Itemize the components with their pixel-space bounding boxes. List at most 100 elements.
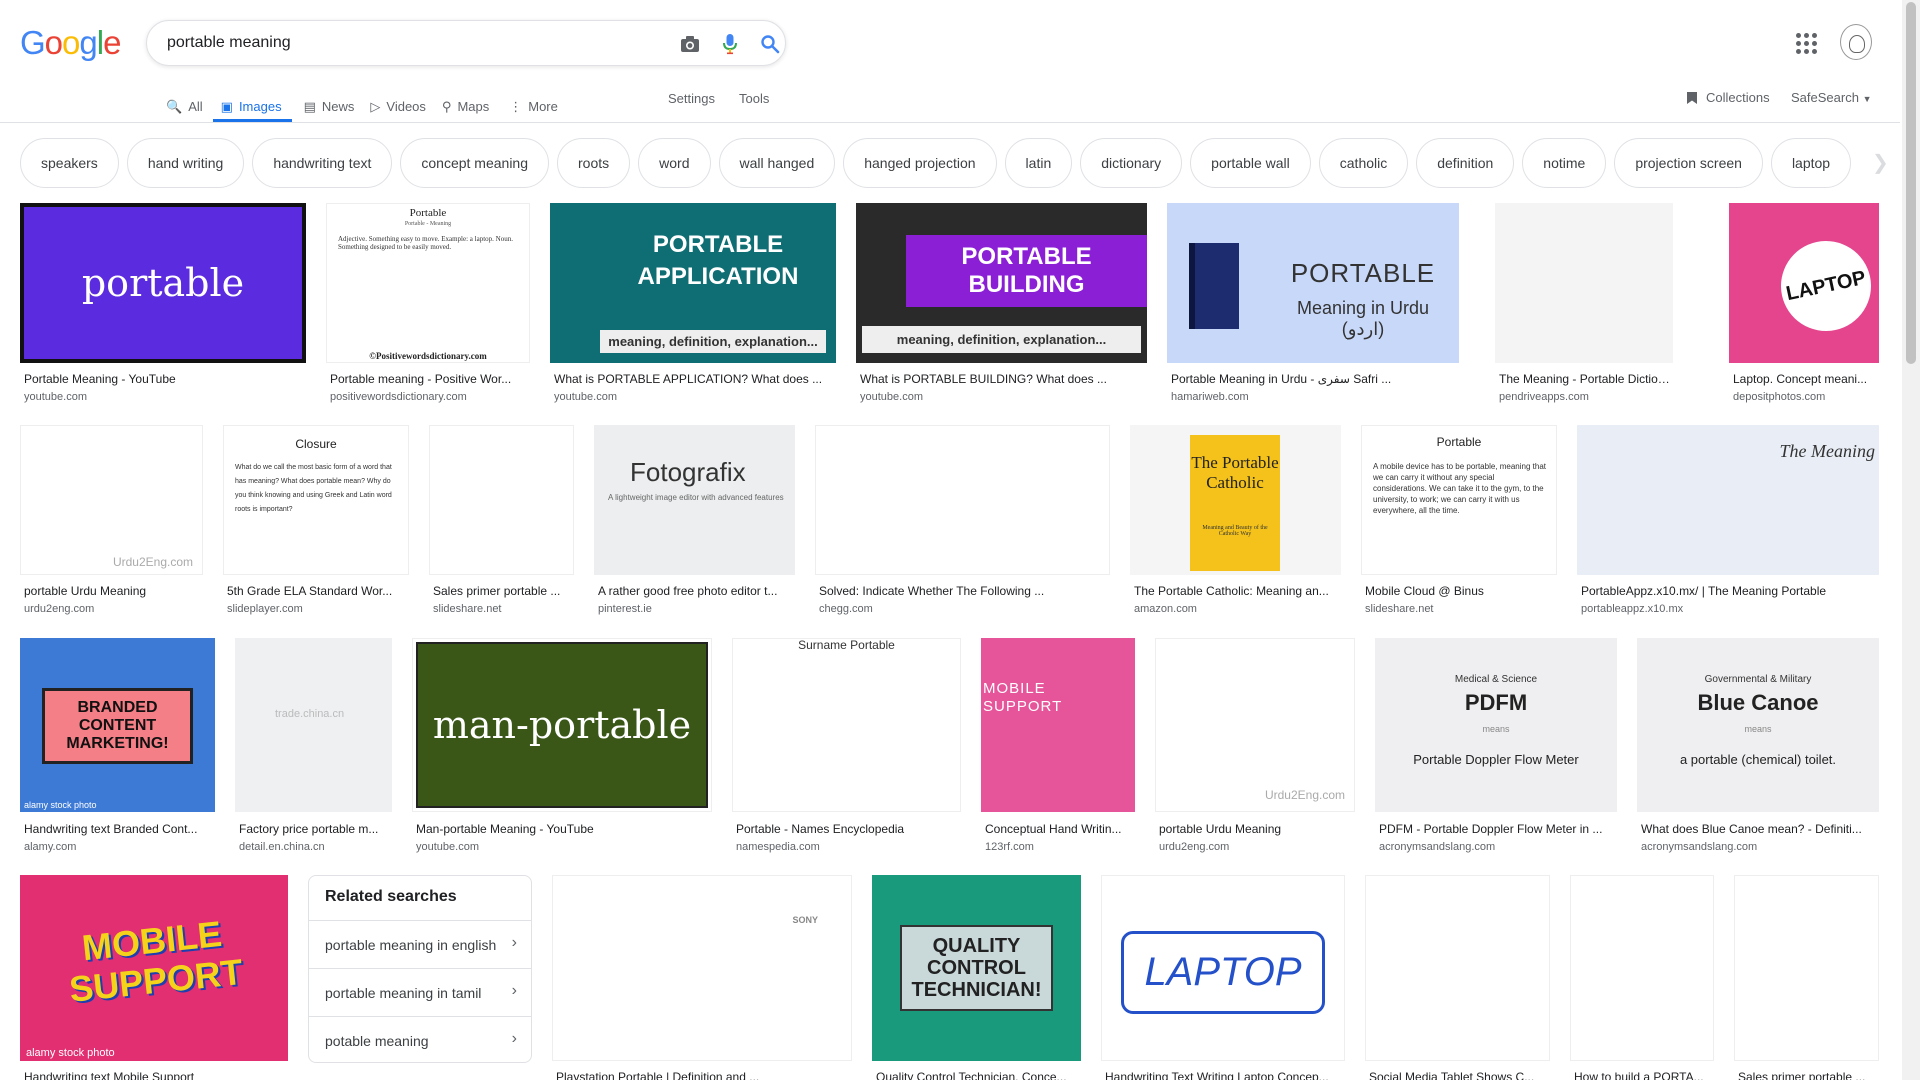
result-thumbnail[interactable]: Urdu2Eng.com [1155, 638, 1355, 812]
result-source[interactable]: alamy.com [24, 841, 215, 853]
image-result[interactable]: Closure What do we call the most basic fo… [223, 425, 409, 618]
result-source[interactable]: 123rf.com [985, 841, 1135, 853]
result-thumbnail[interactable]: MOBILE SUPPORT [981, 638, 1135, 812]
result-source[interactable]: youtube.com [416, 841, 712, 853]
result-source[interactable]: youtube.com [24, 391, 306, 403]
image-result[interactable]: Governmental & Military Blue Canoe means a … [1637, 638, 1879, 856]
result-source[interactable]: slideplayer.com [227, 603, 409, 615]
result-source[interactable]: detail.en.china.cn [239, 841, 392, 853]
result-source[interactable]: acronymsandslang.com [1641, 841, 1879, 853]
result-title[interactable]: 5th Grade ELA Standard Wor... [227, 584, 409, 598]
result-title[interactable]: What does Blue Canoe mean? - Definiti... [1641, 822, 1879, 836]
result-source[interactable]: youtube.com [860, 391, 1147, 403]
result-source[interactable]: youtube.com [554, 391, 836, 403]
image-result[interactable]: Sales primer portable ... slideshare.net [429, 425, 574, 618]
result-thumbnail[interactable]: Surname Portable [732, 638, 961, 812]
image-result[interactable]: Fotografix A lightweight image editor wit… [594, 425, 795, 618]
result-title[interactable]: Handwriting text Branded Cont... [24, 822, 215, 836]
result-source[interactable]: chegg.com [819, 603, 1110, 615]
result-source[interactable]: positivewordsdictionary.com [330, 391, 530, 403]
result-title[interactable]: Man-portable Meaning - YouTube [416, 822, 712, 836]
scrollbar[interactable] [1902, 0, 1920, 1080]
tab-maps[interactable]: ⚲ Maps [442, 88, 503, 122]
result-title[interactable]: Mobile Cloud @ Binus [1365, 584, 1557, 598]
result-thumbnail[interactable] [1570, 875, 1714, 1061]
chip-portable-wall[interactable]: portable wall [1190, 138, 1311, 188]
result-title[interactable]: Sales primer portable ... [1738, 1070, 1879, 1080]
tab-videos[interactable]: ▷ Videos [370, 88, 440, 122]
result-thumbnail[interactable]: MOBILE SUPPORT alamy stock photo [20, 875, 288, 1061]
image-result[interactable]: The Portable Catholic Meaning and Beauty … [1130, 425, 1341, 618]
image-result[interactable]: Surname Portable Portable - Names Encyclo… [732, 638, 961, 856]
tab-images[interactable]: ▣ Images [212, 88, 296, 122]
chip-projection-screen[interactable]: projection screen [1614, 138, 1763, 188]
result-title[interactable]: Factory price portable m... [239, 822, 392, 836]
result-thumbnail[interactable]: Closure What do we call the most basic fo… [223, 425, 409, 575]
result-source[interactable]: hamariweb.com [1171, 391, 1459, 403]
chip-latin[interactable]: latin [1004, 138, 1073, 188]
result-title[interactable]: The Portable Catholic: Meaning an... [1134, 584, 1341, 598]
chip-word[interactable]: word [638, 138, 711, 188]
result-title[interactable]: Playstation Portable | Definition and ..… [556, 1070, 852, 1080]
chip-concept-meaning[interactable]: concept meaning [400, 138, 550, 188]
chip-hand-writing[interactable]: hand writing [126, 138, 245, 188]
result-thumbnail[interactable]: man-portable [412, 638, 712, 812]
chip-definition[interactable]: definition [1416, 138, 1515, 188]
result-source[interactable]: pinterest.ie [598, 603, 795, 615]
image-result[interactable]: LAPTOP Handwriting Text Writing Laptop Co… [1101, 875, 1345, 1080]
tab-more[interactable]: ⋮ More [509, 88, 572, 122]
result-title[interactable]: Portable meaning - Positive Wor... [330, 372, 530, 386]
image-result[interactable]: SONY Playstation Portable | Definition an… [552, 875, 852, 1080]
google-apps-icon[interactable] [1794, 31, 1818, 55]
result-title[interactable]: PortableAppz.x10.mx/ | The Meaning Porta… [1581, 584, 1879, 598]
result-thumbnail[interactable]: PORTABLE APPLICATION meaning, definition,… [550, 203, 836, 363]
chip-notime[interactable]: notime [1522, 138, 1607, 188]
image-result[interactable]: MOBILE SUPPORT alamy stock photo Handwriti… [20, 875, 288, 1080]
result-title[interactable]: Handwriting Text Writing Laptop Concep..… [1105, 1070, 1345, 1080]
result-thumbnail[interactable]: The Meaning [1577, 425, 1879, 575]
image-result[interactable]: Solved: Indicate Whether The Following .… [815, 425, 1110, 618]
image-result[interactable]: MOBILE SUPPORT Conceptual Hand Writin... 1… [981, 638, 1135, 856]
search-icon[interactable] [757, 31, 783, 57]
search-input[interactable] [167, 32, 647, 54]
result-title[interactable]: PDFM - Portable Doppler Flow Meter in ..… [1379, 822, 1617, 836]
chevron-right-icon[interactable]: ❯ [1872, 150, 1889, 175]
image-result[interactable]: Sales primer portable ... [1734, 875, 1879, 1080]
result-title[interactable]: Handwriting text Mobile Support [24, 1070, 288, 1080]
tab-all[interactable]: 🔍 All [164, 88, 217, 122]
result-title[interactable]: Portable - Names Encyclopedia [736, 822, 961, 836]
image-result[interactable]: PORTABLE APPLICATION meaning, definition,… [550, 203, 836, 406]
image-result[interactable]: BRANDED CONTENT MARKETING! alamy stock ph… [20, 638, 215, 856]
chip-roots[interactable]: roots [557, 138, 631, 188]
result-title[interactable]: Conceptual Hand Writin... [985, 822, 1135, 836]
result-title[interactable]: How to build a PORTA... [1574, 1070, 1714, 1080]
image-result[interactable]: How to build a PORTA... [1570, 875, 1714, 1080]
image-result[interactable]: Urdu2Eng.com portable Urdu Meaning urdu2en… [1155, 638, 1355, 856]
chip-handwriting-text[interactable]: handwriting text [252, 138, 393, 188]
tab-news[interactable]: ▤ News [304, 88, 369, 122]
result-thumbnail[interactable]: Urdu2Eng.com [20, 425, 203, 575]
result-title[interactable]: Social Media Tablet Shows C... [1369, 1070, 1550, 1080]
result-title[interactable]: portable Urdu Meaning [24, 584, 203, 598]
result-source[interactable]: depositphotos.com [1733, 391, 1879, 403]
image-result[interactable]: PORTABLE Meaning in Urdu (اردو) Portable M… [1167, 203, 1459, 406]
related-search-item[interactable]: potable meaning › [309, 1016, 531, 1064]
result-thumbnail[interactable]: LAPTOP [1101, 875, 1345, 1061]
result-source[interactable]: urdu2eng.com [24, 603, 203, 615]
chip-dictionary[interactable]: dictionary [1080, 138, 1183, 188]
result-source[interactable]: pendriveapps.com [1499, 391, 1673, 403]
result-title[interactable]: Quality Control Technician. Conce... [876, 1070, 1081, 1080]
result-thumbnail[interactable] [429, 425, 574, 575]
image-result[interactable]: Portable A mobile device has to be portab… [1361, 425, 1557, 618]
image-result[interactable]: Social Media Tablet Shows C... [1365, 875, 1550, 1080]
chip-laptop[interactable]: laptop [1770, 138, 1852, 188]
result-title[interactable]: Portable Meaning in Urdu - سفری Safri ..… [1171, 372, 1459, 386]
result-thumbnail[interactable]: The Portable Catholic Meaning and Beauty … [1130, 425, 1341, 575]
result-thumbnail[interactable]: Governmental & Military Blue Canoe means a … [1637, 638, 1879, 812]
result-source[interactable]: urdu2eng.com [1159, 841, 1355, 853]
result-thumbnail[interactable]: Portable A mobile device has to be portab… [1361, 425, 1557, 575]
result-thumbnail[interactable] [1365, 875, 1550, 1061]
image-result[interactable]: The Meaning - Portable Dictionary ... pen… [1495, 203, 1673, 406]
result-title[interactable]: A rather good free photo editor t... [598, 584, 795, 598]
safesearch-dropdown[interactable]: SafeSearch ▼ [1791, 90, 1871, 105]
